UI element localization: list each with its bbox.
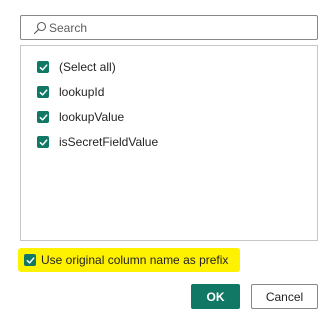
prefix-label: Use original column name as prefix (41, 253, 229, 267)
list-item-label: (Select all) (59, 60, 116, 74)
select-all-checkbox[interactable] (37, 61, 49, 73)
list-item-select-all[interactable]: (Select all) (37, 59, 116, 75)
list-item-label: lookupValue (59, 110, 125, 124)
expand-column-dialog: (Select all) lookupId lookupValue (0, 0, 333, 323)
ok-button[interactable]: OK (191, 284, 240, 309)
list-item-issecretfieldvalue[interactable]: isSecretFieldValue (37, 134, 158, 150)
list-item-lookupvalue[interactable]: lookupValue (37, 109, 124, 125)
cancel-button[interactable]: Cancel (251, 284, 318, 309)
list-item-label: isSecretFieldValue (59, 135, 159, 149)
lookupvalue-checkbox[interactable] (37, 111, 49, 123)
search-box[interactable] (20, 15, 318, 40)
list-item-lookupid[interactable]: lookupId (37, 84, 104, 100)
lookupid-checkbox[interactable] (37, 86, 49, 98)
checkmark-icon (39, 113, 47, 121)
issecretfieldvalue-checkbox[interactable] (37, 136, 49, 148)
prefix-checkbox[interactable] (24, 254, 36, 266)
checkmark-icon (39, 88, 47, 96)
checkmark-icon (39, 63, 47, 71)
prefix-option[interactable]: Use original column name as prefix (18, 248, 240, 272)
checkmark-icon (26, 256, 34, 264)
column-list[interactable]: (Select all) lookupId lookupValue isSecr… (20, 45, 318, 241)
checkmark-icon (39, 138, 47, 146)
search-icon (33, 21, 47, 35)
search-input[interactable] (49, 18, 311, 37)
list-item-label: lookupId (59, 85, 105, 99)
